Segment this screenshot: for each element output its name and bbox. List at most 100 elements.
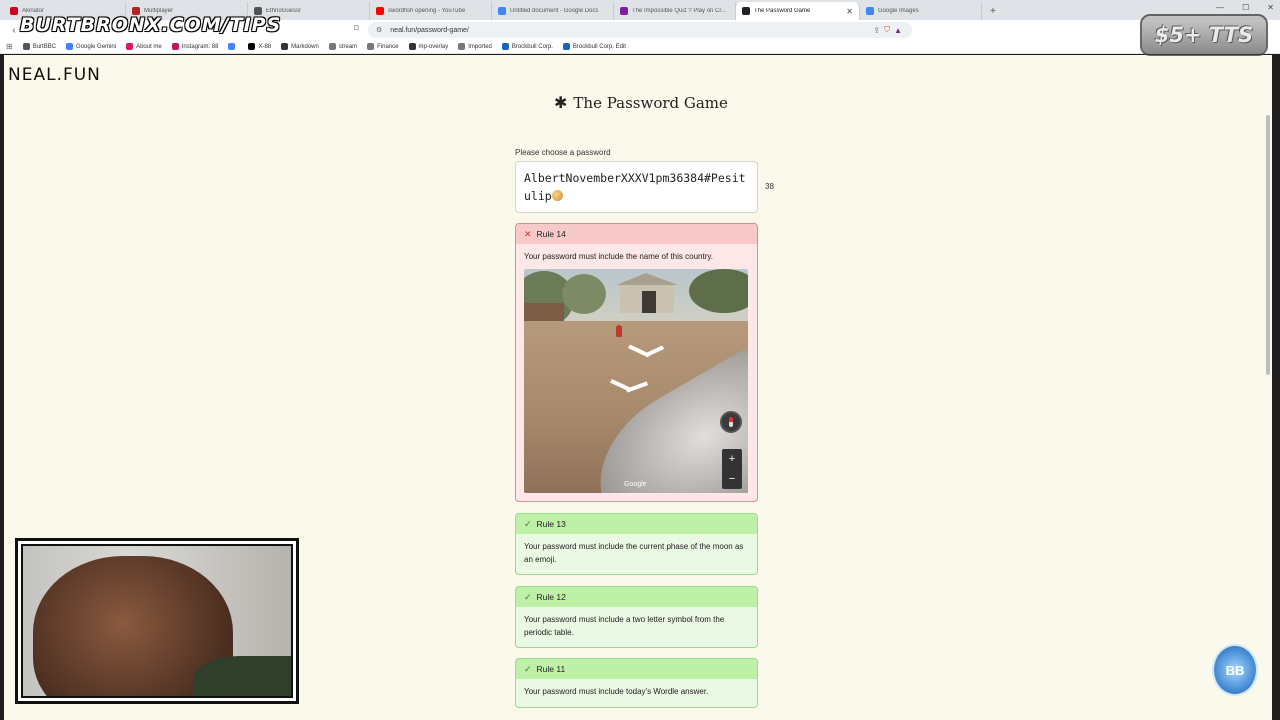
tab-close-icon[interactable]: ✕ (846, 7, 853, 16)
rule-text: Your password must include today's Wordl… (524, 687, 709, 696)
bookmark-item-1[interactable]: Google Gemini (66, 43, 116, 50)
bookmark-label: Brockbull Corp. (511, 43, 553, 50)
bookmark-label: Instagram: 88 (181, 43, 219, 50)
tab-3[interactable]: swordfish opening - YouTube (370, 2, 492, 20)
bookmark-label: Brockbull Corp. Edit (572, 43, 626, 50)
webcam-feed (15, 538, 299, 704)
bookmark-label: Finance (377, 43, 399, 50)
password-length-count: 38 (765, 182, 774, 191)
rule-title: Rule 11 (536, 664, 566, 674)
rule-header: ✓ Rule 12 (516, 587, 757, 607)
rule-card-11: ✓ Rule 11 Your password must include tod… (515, 658, 758, 708)
bookmark-item-11[interactable]: Brockbull Corp. (501, 43, 553, 50)
tab-5[interactable]: The Impossible Quiz ? Play on Cr... (614, 2, 736, 20)
bookmark-favicon-icon (328, 43, 336, 50)
bookmark-favicon-icon (66, 43, 74, 50)
webcam-image (21, 544, 293, 698)
url-actions: ⇪ ⛉ ▲ (873, 22, 902, 38)
bookmark-icon[interactable]: ⌑ (354, 23, 359, 34)
password-label: Please choose a password (515, 148, 611, 157)
bookmark-item-9[interactable]: mp-overlay (408, 43, 449, 50)
bookmark-label: stream (338, 43, 358, 50)
bookmark-favicon-icon (367, 43, 375, 50)
bookmark-label: Markdown (291, 43, 319, 50)
shield-icon[interactable]: ⛉ (884, 25, 890, 35)
bookmark-label: mp-overlay (418, 43, 449, 50)
url-text: neal.fun/password-game/ (390, 26, 469, 34)
tab-favicon-icon (866, 7, 874, 15)
x-mark-icon: ✕ (524, 228, 532, 239)
bookmark-favicon-icon (22, 43, 30, 50)
tab-label: Google Images (878, 8, 919, 14)
bookmark-item-10[interactable]: Imported (458, 43, 492, 50)
tab-4[interactable]: Untitled document - Google Docs (492, 2, 614, 20)
bookmark-favicon-icon (408, 43, 416, 50)
asterisk-icon: ✱ (554, 93, 568, 112)
tab-label: The Password Game (754, 8, 811, 14)
tab-7[interactable]: Google Images (860, 2, 982, 20)
tab-label: The Impossible Quiz ? Play on Cr... (632, 8, 727, 14)
tab-favicon-icon (742, 7, 750, 15)
compass-icon[interactable] (720, 411, 742, 433)
bookmark-favicon-icon (458, 43, 466, 50)
bookmark-favicon-icon (248, 43, 256, 50)
zoom-out-button[interactable]: − (729, 473, 735, 485)
bookmark-label: Imported (468, 43, 492, 50)
check-mark-icon: ✓ (524, 663, 532, 674)
bookmark-item-6[interactable]: Markdown (281, 43, 319, 50)
bookmark-favicon-icon (171, 43, 179, 50)
moon-emoji-icon (551, 190, 563, 201)
rule-header: ✓ Rule 11 (516, 659, 757, 679)
streetview-panorama[interactable]: + − Google (524, 269, 748, 493)
bookmark-item-12[interactable]: Brockbull Corp. Edit (562, 43, 626, 50)
rule-title: Rule 14 (536, 229, 566, 239)
bookmark-label: BurtBBC (32, 43, 57, 50)
zoom-in-button[interactable]: + (729, 453, 735, 465)
bookmark-label: X-88 (258, 43, 272, 50)
google-attribution: Google (624, 481, 647, 488)
bookmarks-bar: ⊞ BurtBBC Google Gemini About me Instagram:… (0, 40, 1280, 54)
check-mark-icon: ✓ (524, 591, 532, 602)
streamer-shirt (193, 656, 291, 696)
bookmark-favicon-icon (562, 43, 570, 50)
check-mark-icon: ✓ (524, 518, 532, 529)
bookmark-item-4[interactable] (228, 43, 238, 50)
url-field[interactable]: ⚙ neal.fun/password-game/ ⇪ ⛉ ▲ (368, 22, 912, 38)
bb-logo-badge: BB (1212, 644, 1258, 696)
rule-header: ✓ Rule 13 (516, 514, 757, 534)
new-tab-button[interactable]: + (982, 2, 1004, 20)
page-title-text: The Password Game (573, 93, 728, 112)
page-title: ✱ The Password Game (554, 93, 728, 112)
bookmark-favicon-icon (126, 43, 134, 50)
tab-favicon-icon (498, 7, 506, 15)
rule-title: Rule 12 (536, 592, 566, 602)
bookmark-item-5[interactable]: X-88 (248, 43, 271, 50)
window-controls: — ☐ ✕ (1216, 3, 1274, 12)
bookmark-item-0[interactable]: BurtBBC (22, 43, 57, 50)
bookmark-item-3[interactable]: Instagram: 88 (171, 43, 219, 50)
share-icon[interactable]: ⇪ (873, 26, 880, 35)
password-input[interactable]: AlbertNovemberXXXV1pm36384#Pesitulip (515, 161, 758, 213)
tab-label: swordfish opening - YouTube (388, 8, 466, 14)
bookmark-item-7[interactable]: stream (328, 43, 358, 50)
tab-favicon-icon (620, 7, 628, 15)
zoom-controls: + − (722, 449, 742, 489)
rule-card-13: ✓ Rule 13 Your password must include the… (515, 513, 758, 575)
site-info-icon[interactable]: ⚙ (376, 26, 382, 34)
bookmark-item-8[interactable]: Finance (367, 43, 399, 50)
minimize-icon[interactable]: — (1216, 3, 1224, 12)
warning-icon[interactable]: ▲ (894, 26, 902, 35)
page-scrollbar[interactable] (1266, 115, 1270, 375)
rule-title: Rule 13 (536, 519, 566, 529)
tab-favicon-icon (10, 7, 18, 15)
close-window-icon[interactable]: ✕ (1267, 3, 1274, 12)
rule-text: Your password must include the current p… (524, 542, 744, 564)
bookmark-item-2[interactable]: About me (126, 43, 162, 50)
rule-header: ✕ Rule 14 (516, 224, 757, 244)
tab-6[interactable]: The Password Game ✕ (736, 2, 860, 20)
apps-icon[interactable]: ⊞ (6, 42, 13, 51)
bookmark-favicon-icon (501, 43, 509, 50)
neal-fun-logo[interactable]: NEAL.FUN (8, 65, 101, 85)
bookmark-favicon-icon (281, 43, 289, 50)
maximize-icon[interactable]: ☐ (1242, 3, 1249, 12)
